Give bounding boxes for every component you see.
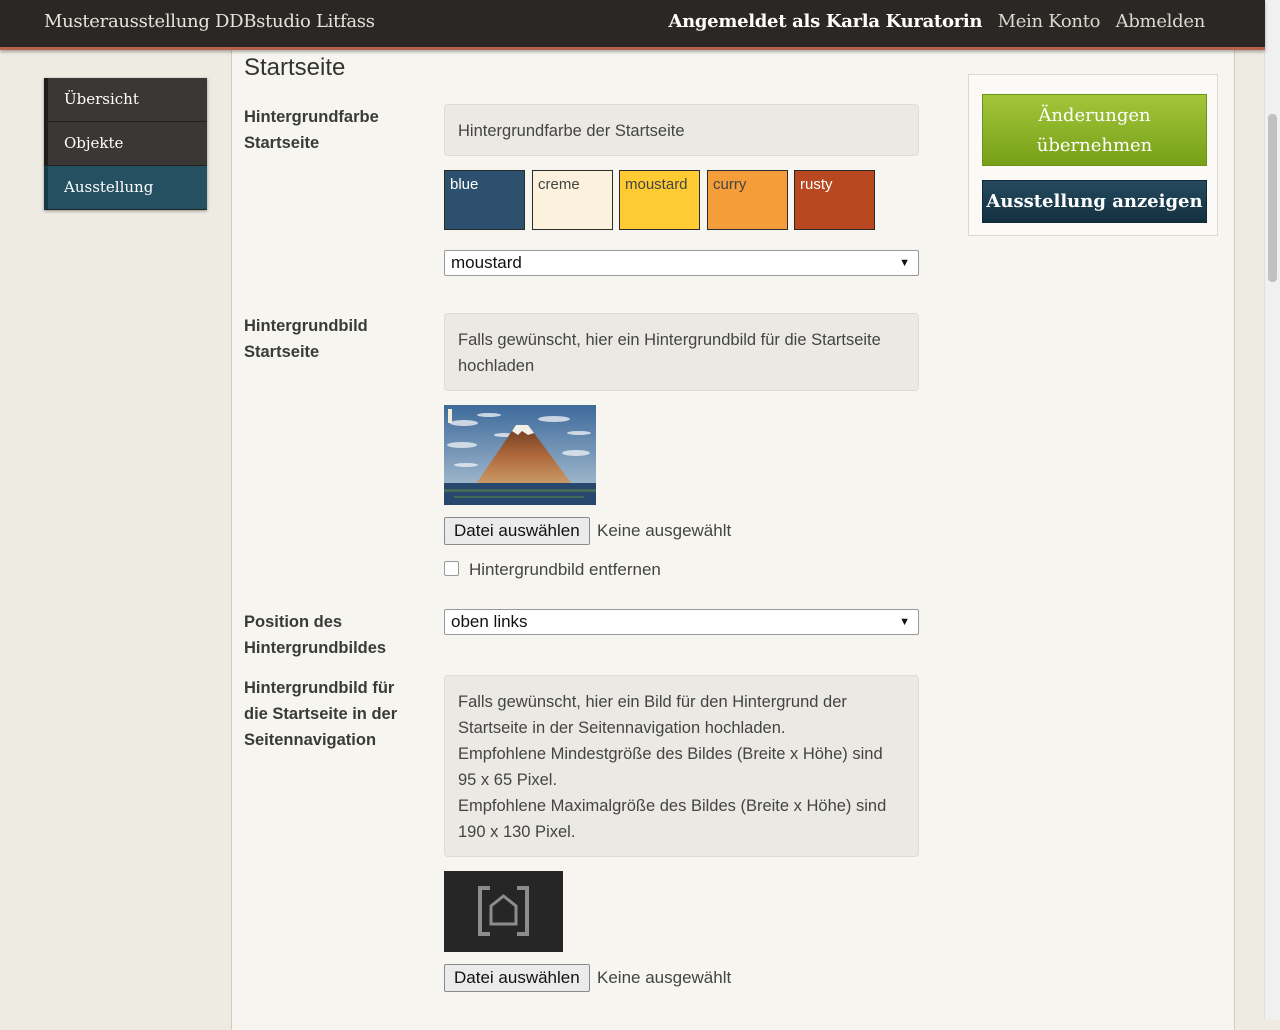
swatch-moustard[interactable]: moustard	[619, 170, 700, 230]
background-color-select[interactable]: moustard ▼	[444, 250, 919, 276]
swatch-blue[interactable]: blue	[444, 170, 525, 230]
nav-image-help-line: Falls gewünscht, hier ein Bild für den H…	[458, 693, 847, 737]
page-title: Startseite	[244, 54, 346, 81]
position-label: Position des Hintergrundbildes	[244, 613, 387, 657]
background-image-label: Hintergrundbild Startseite	[244, 317, 368, 361]
logout-link[interactable]: Abmelden	[1116, 11, 1206, 32]
top-bar: Musterausstellung DDBstudio Litfass Ange…	[0, 0, 1265, 50]
user-area: Angemeldet als Karla Kuratorin Mein Kont…	[668, 11, 1205, 32]
nav-image-help-line: Empfohlene Mindestgröße des Bildes (Brei…	[458, 745, 883, 789]
position-select[interactable]: oben links ▼	[444, 609, 919, 635]
swatch-curry[interactable]: curry	[707, 170, 788, 230]
sidebar-item-exhibition[interactable]: Ausstellung	[44, 166, 207, 210]
scrollbar-thumb[interactable]	[1268, 114, 1277, 282]
chevron-down-icon: ▼	[899, 616, 910, 628]
nav-image-label: Hintergrundbild für die Startseite in de…	[244, 679, 398, 749]
sidebar-nav: Übersicht Objekte Ausstellung	[44, 78, 207, 210]
my-account-link[interactable]: Mein Konto	[998, 11, 1101, 32]
background-image-file-button[interactable]: Datei auswählen	[444, 517, 590, 545]
swatch-label: rusty	[800, 176, 833, 193]
scrollbar[interactable]	[1264, 0, 1280, 1020]
swatch-label: moustard	[625, 176, 688, 193]
apply-changes-button[interactable]: Änderungen übernehmen	[982, 94, 1207, 166]
logged-in-user: Angemeldet als Karla Kuratorin	[668, 11, 983, 32]
nav-image-help: Falls gewünscht, hier ein Bild für den H…	[444, 675, 919, 857]
select-value: oben links	[451, 612, 528, 631]
swatch-label: curry	[713, 176, 747, 193]
nav-image-thumbnail	[444, 871, 563, 952]
swatch-rusty[interactable]: rusty	[794, 170, 875, 230]
background-color-label: Hintergrundfarbe Startseite	[244, 108, 379, 152]
background-color-help: Hintergrundfarbe der Startseite	[444, 104, 919, 156]
swatch-label: blue	[450, 176, 479, 193]
nav-image-file-button[interactable]: Datei auswählen	[444, 964, 590, 992]
remove-background-checkbox[interactable]	[444, 561, 459, 576]
nav-image-help-line: Empfohlene Maximalgröße des Bildes (Brei…	[458, 797, 887, 841]
swatch-label: creme	[538, 176, 580, 193]
background-image-file-status: Keine ausgewählt	[597, 521, 732, 540]
sidebar-item-overview[interactable]: Übersicht	[44, 78, 207, 122]
background-image-thumbnail	[444, 405, 596, 505]
show-exhibition-button[interactable]: Ausstellung anzeigen	[982, 180, 1207, 223]
select-value: moustard	[451, 253, 522, 272]
mount-fuji-woodblock-thumbnail	[444, 405, 596, 505]
home-icon	[478, 886, 529, 936]
swatch-creme[interactable]: creme	[532, 170, 613, 230]
remove-background-label[interactable]: Hintergrundbild entfernen	[469, 560, 661, 580]
site-title[interactable]: Musterausstellung DDBstudio Litfass	[44, 11, 375, 32]
background-image-help: Falls gewünscht, hier ein Hintergrundbil…	[444, 313, 919, 391]
chevron-down-icon: ▼	[899, 257, 910, 269]
sidebar-item-objects[interactable]: Objekte	[44, 122, 207, 166]
nav-image-file-status: Keine ausgewählt	[597, 968, 732, 987]
